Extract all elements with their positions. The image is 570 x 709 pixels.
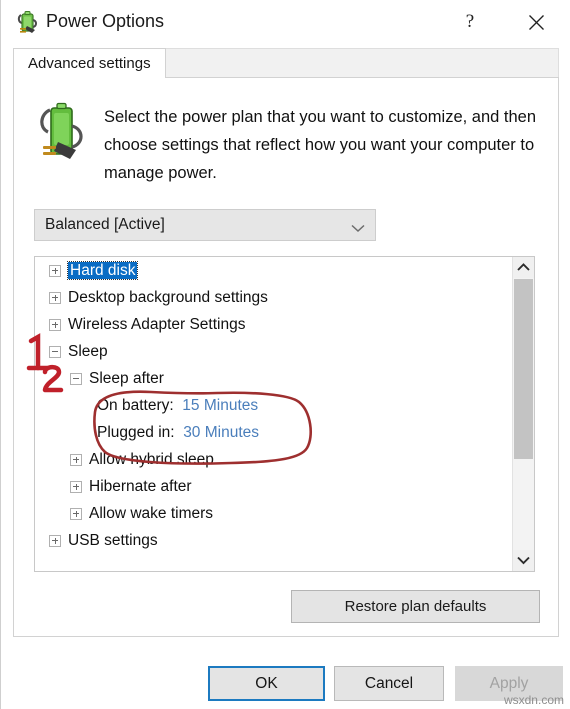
advanced-settings-tree[interactable]: Hard disk Desktop background settings Wire… — [34, 256, 535, 572]
tree-row-label: Allow wake timers — [89, 505, 214, 522]
tree-row-label: USB settings — [68, 532, 158, 549]
collapse-icon[interactable] — [49, 345, 61, 358]
scrollbar-down-button[interactable] — [513, 550, 534, 571]
restore-plan-defaults-button[interactable]: Restore plan defaults — [291, 590, 540, 623]
help-icon: ? — [465, 11, 475, 32]
tab-advanced-settings[interactable]: Advanced settings — [13, 48, 166, 78]
tree-row[interactable]: Allow wake timers — [35, 500, 513, 527]
cancel-button[interactable]: Cancel — [334, 666, 444, 701]
window-title: Power Options — [46, 11, 165, 31]
tree-row[interactable]: Sleep after — [35, 365, 513, 392]
expand-icon[interactable] — [70, 480, 82, 493]
tree-row-label: Hibernate after — [89, 478, 192, 495]
expand-icon[interactable] — [49, 264, 61, 277]
tree-row-label: Desktop background settings — [68, 289, 268, 306]
setting-row[interactable]: On battery: 15 Minutes — [35, 392, 513, 419]
expand-icon[interactable] — [49, 291, 61, 304]
setting-label: On battery: — [97, 397, 183, 414]
power-plan-select-value: Balanced [Active] — [45, 216, 165, 233]
watermark: wsxdn.com — [503, 693, 564, 707]
tree-row[interactable]: Hibernate after — [35, 473, 513, 500]
chevron-up-icon — [517, 263, 530, 271]
setting-label: Plugged in: — [97, 424, 184, 441]
tree-row[interactable]: Hard disk — [35, 257, 513, 284]
dialog-description: Select the power plan that you want to c… — [104, 108, 537, 182]
expand-icon[interactable] — [70, 507, 82, 520]
close-icon — [528, 15, 544, 30]
chevron-down-icon — [517, 556, 530, 565]
tree-row[interactable]: Allow hybrid sleep — [35, 446, 513, 473]
ok-button[interactable]: OK — [208, 666, 325, 701]
tree-row[interactable]: Desktop background settings — [35, 284, 513, 311]
close-button[interactable] — [513, 0, 559, 44]
tab-strip: Advanced settings — [13, 48, 559, 78]
help-button[interactable]: ? — [447, 0, 493, 44]
setting-row[interactable]: Plugged in: 30 Minutes — [35, 419, 513, 446]
tree-scrollbar[interactable] — [512, 257, 534, 571]
tree-row-label: Wireless Adapter Settings — [68, 316, 246, 333]
tree-row-label: Sleep after — [89, 370, 164, 387]
scrollbar-thumb[interactable] — [514, 279, 533, 459]
power-plug-battery-icon — [14, 8, 42, 36]
collapse-icon[interactable] — [70, 372, 82, 385]
tree-row-label: Sleep — [68, 343, 108, 360]
tree-row[interactable]: Sleep — [35, 338, 513, 365]
expand-icon[interactable] — [49, 534, 61, 547]
expand-icon[interactable] — [70, 453, 82, 466]
title-bar: Power Options ? — [1, 0, 570, 44]
tree-row[interactable]: USB settings — [35, 527, 513, 554]
tree-rows-container: Hard disk Desktop background settings Wire… — [35, 257, 513, 571]
setting-value[interactable]: 30 Minutes — [183, 424, 259, 441]
tree-row-label: Hard disk — [66, 261, 139, 280]
expand-icon[interactable] — [49, 318, 61, 331]
tree-row[interactable]: Wireless Adapter Settings — [35, 311, 513, 338]
power-plan-select[interactable]: Balanced [Active] — [34, 209, 376, 241]
scrollbar-up-button[interactable] — [513, 257, 534, 278]
tree-row-label: Allow hybrid sleep — [89, 451, 214, 468]
battery-plug-icon — [34, 102, 90, 164]
power-options-dialog: Power Options ? Advanced settings Select… — [0, 0, 570, 709]
chevron-down-icon — [351, 220, 365, 238]
setting-value[interactable]: 15 Minutes — [182, 397, 258, 414]
